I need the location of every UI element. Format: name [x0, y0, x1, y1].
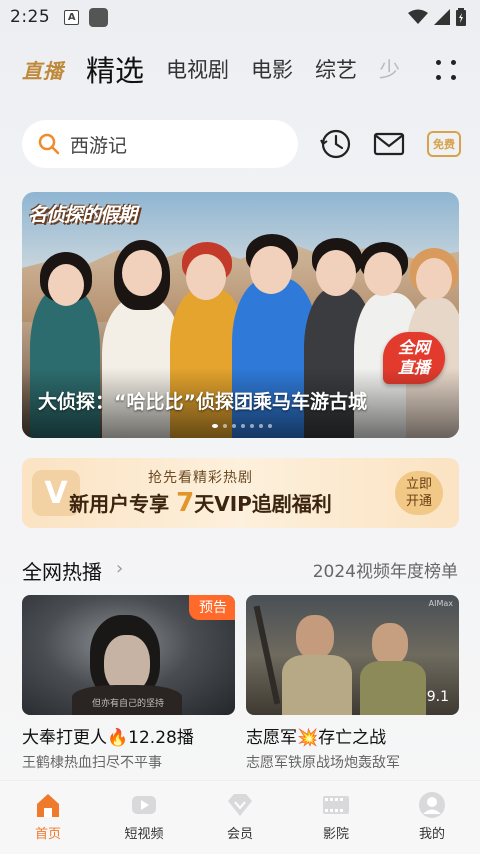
carousel-dot[interactable]	[250, 424, 254, 428]
banner-person-face	[48, 264, 84, 306]
carousel-dot[interactable]	[268, 424, 272, 428]
more-categories-icon[interactable]	[436, 60, 456, 80]
home-icon	[37, 794, 59, 817]
short-video-icon	[132, 796, 156, 814]
a-notification-icon: A	[64, 9, 80, 25]
promo-prefix: 新用户专享	[69, 492, 170, 516]
rating-score: 9.1	[426, 689, 449, 705]
video-card[interactable]: 但亦有自己的坚持 预告 大奉打更人🔥12.28播 王鹤棣热血扫尽不平事	[22, 595, 235, 772]
mail-icon[interactable]	[371, 126, 407, 162]
category-tabs: 直播 精选 电视剧 电影 综艺 少	[22, 46, 480, 92]
search-icon	[38, 133, 60, 155]
banner-person-face	[250, 246, 292, 294]
video-card[interactable]: AIMax 9.1 志愿军💥存亡之战 志愿军铁原战场炮轰敌军	[246, 595, 459, 772]
nav-vip[interactable]: 会员	[205, 791, 275, 842]
nav-home-label: 首页	[34, 827, 61, 842]
tab-variety[interactable]: 综艺	[315, 54, 357, 84]
tab-tv-series[interactable]: 电视剧	[166, 54, 229, 84]
carousel-dot[interactable]	[212, 424, 218, 428]
cinema-icon	[323, 796, 349, 814]
battery-icon	[456, 8, 466, 26]
nav-cinema[interactable]: 影院	[301, 791, 371, 842]
promo-highlight: 7	[176, 488, 195, 518]
profile-icon	[419, 792, 445, 818]
video-thumbnail[interactable]: AIMax 9.1	[246, 595, 459, 715]
carousel-indicator	[212, 424, 272, 428]
nav-home[interactable]: 首页	[13, 791, 83, 842]
activate-now-button[interactable]: 立即 开通	[395, 471, 443, 515]
hero-banner[interactable]: 名侦探的假期 全网 直播 大侦探：“哈比比”侦探团乘马车游古城	[22, 192, 459, 438]
banner-person-face	[316, 250, 356, 296]
tab-overflow[interactable]: 少	[379, 54, 400, 84]
nav-cinema-label: 影院	[322, 827, 349, 842]
thumb-figure-body	[360, 661, 426, 715]
activate-button-line1: 立即	[405, 477, 432, 492]
annual-ranking-link[interactable]: 2024视频年度榜单	[313, 557, 458, 582]
thumb-figure-face	[372, 623, 408, 665]
banner-caption: 大侦探：“哈比比”侦探团乘马车游古城	[38, 391, 367, 413]
nav-short-video[interactable]: 短视频	[109, 791, 179, 842]
tab-featured[interactable]: 精选	[86, 48, 144, 90]
carousel-dot[interactable]	[259, 424, 263, 428]
status-time: 2:25	[10, 7, 51, 27]
activate-button-line2: 开通	[405, 494, 432, 509]
carousel-dot[interactable]	[241, 424, 245, 428]
banner-person-face	[364, 252, 402, 296]
nav-profile-label: 我的	[418, 827, 445, 842]
carousel-dot[interactable]	[223, 424, 227, 428]
tab-movies[interactable]: 电影	[251, 54, 293, 84]
free-vip-badge[interactable]: 免费	[427, 131, 461, 157]
nav-profile[interactable]: 我的	[397, 791, 467, 842]
carousel-dot[interactable]	[232, 424, 236, 428]
app-notification-icon	[89, 7, 109, 27]
aimax-label: AIMax	[428, 599, 453, 608]
video-title[interactable]: 大奉打更人🔥12.28播	[22, 723, 235, 748]
video-title[interactable]: 志愿军💥存亡之战	[246, 723, 459, 748]
signal-icon	[434, 9, 450, 25]
banner-person-face	[186, 254, 226, 300]
video-subtitle: 王鹤棣热血扫尽不平事	[22, 755, 162, 771]
promo-main-text: 新用户专享 7天VIP追剧福利	[22, 488, 379, 518]
wifi-icon	[408, 9, 428, 24]
status-bar: 2:25 A	[0, 0, 480, 34]
live-badge-line1: 全网	[397, 338, 430, 357]
thumb-subtitle-text: 但亦有自己的坚持	[92, 699, 165, 709]
history-clock-icon[interactable]	[318, 126, 354, 162]
video-subtitle: 志愿军铁原战场炮轰敌军	[246, 755, 400, 771]
nav-vip-label: 会员	[226, 827, 253, 842]
tab-live[interactable]: 直播	[22, 55, 64, 84]
banner-person-face	[122, 250, 162, 296]
section-title[interactable]: 全网热播	[22, 556, 102, 585]
nav-short-video-label: 短视频	[124, 827, 164, 842]
promo-subtitle: 抢先看精彩热剧	[148, 470, 253, 486]
chevron-right-icon[interactable]: ›	[116, 558, 123, 579]
video-thumbnail[interactable]: 但亦有自己的坚持 预告	[22, 595, 235, 715]
vip-diamond-icon	[228, 794, 252, 816]
promo-suffix: 天VIP追剧福利	[194, 492, 332, 516]
search-query: 西游记	[70, 134, 128, 157]
thumb-figure-face	[296, 615, 334, 659]
vip-promo-banner[interactable]: V 抢先看精彩热剧 新用户专享 7天VIP追剧福利 立即 开通	[22, 458, 459, 528]
thumb-figure-body	[282, 655, 352, 715]
banner-person-face	[416, 258, 452, 300]
bottom-navigation: 首页 短视频 会员 影院 我的	[0, 780, 480, 854]
show-logo: 名侦探的假期	[28, 204, 137, 226]
search-input[interactable]: 西游记	[22, 120, 298, 168]
trailer-tag: 预告	[189, 595, 235, 620]
thumb-rifle	[253, 605, 281, 705]
